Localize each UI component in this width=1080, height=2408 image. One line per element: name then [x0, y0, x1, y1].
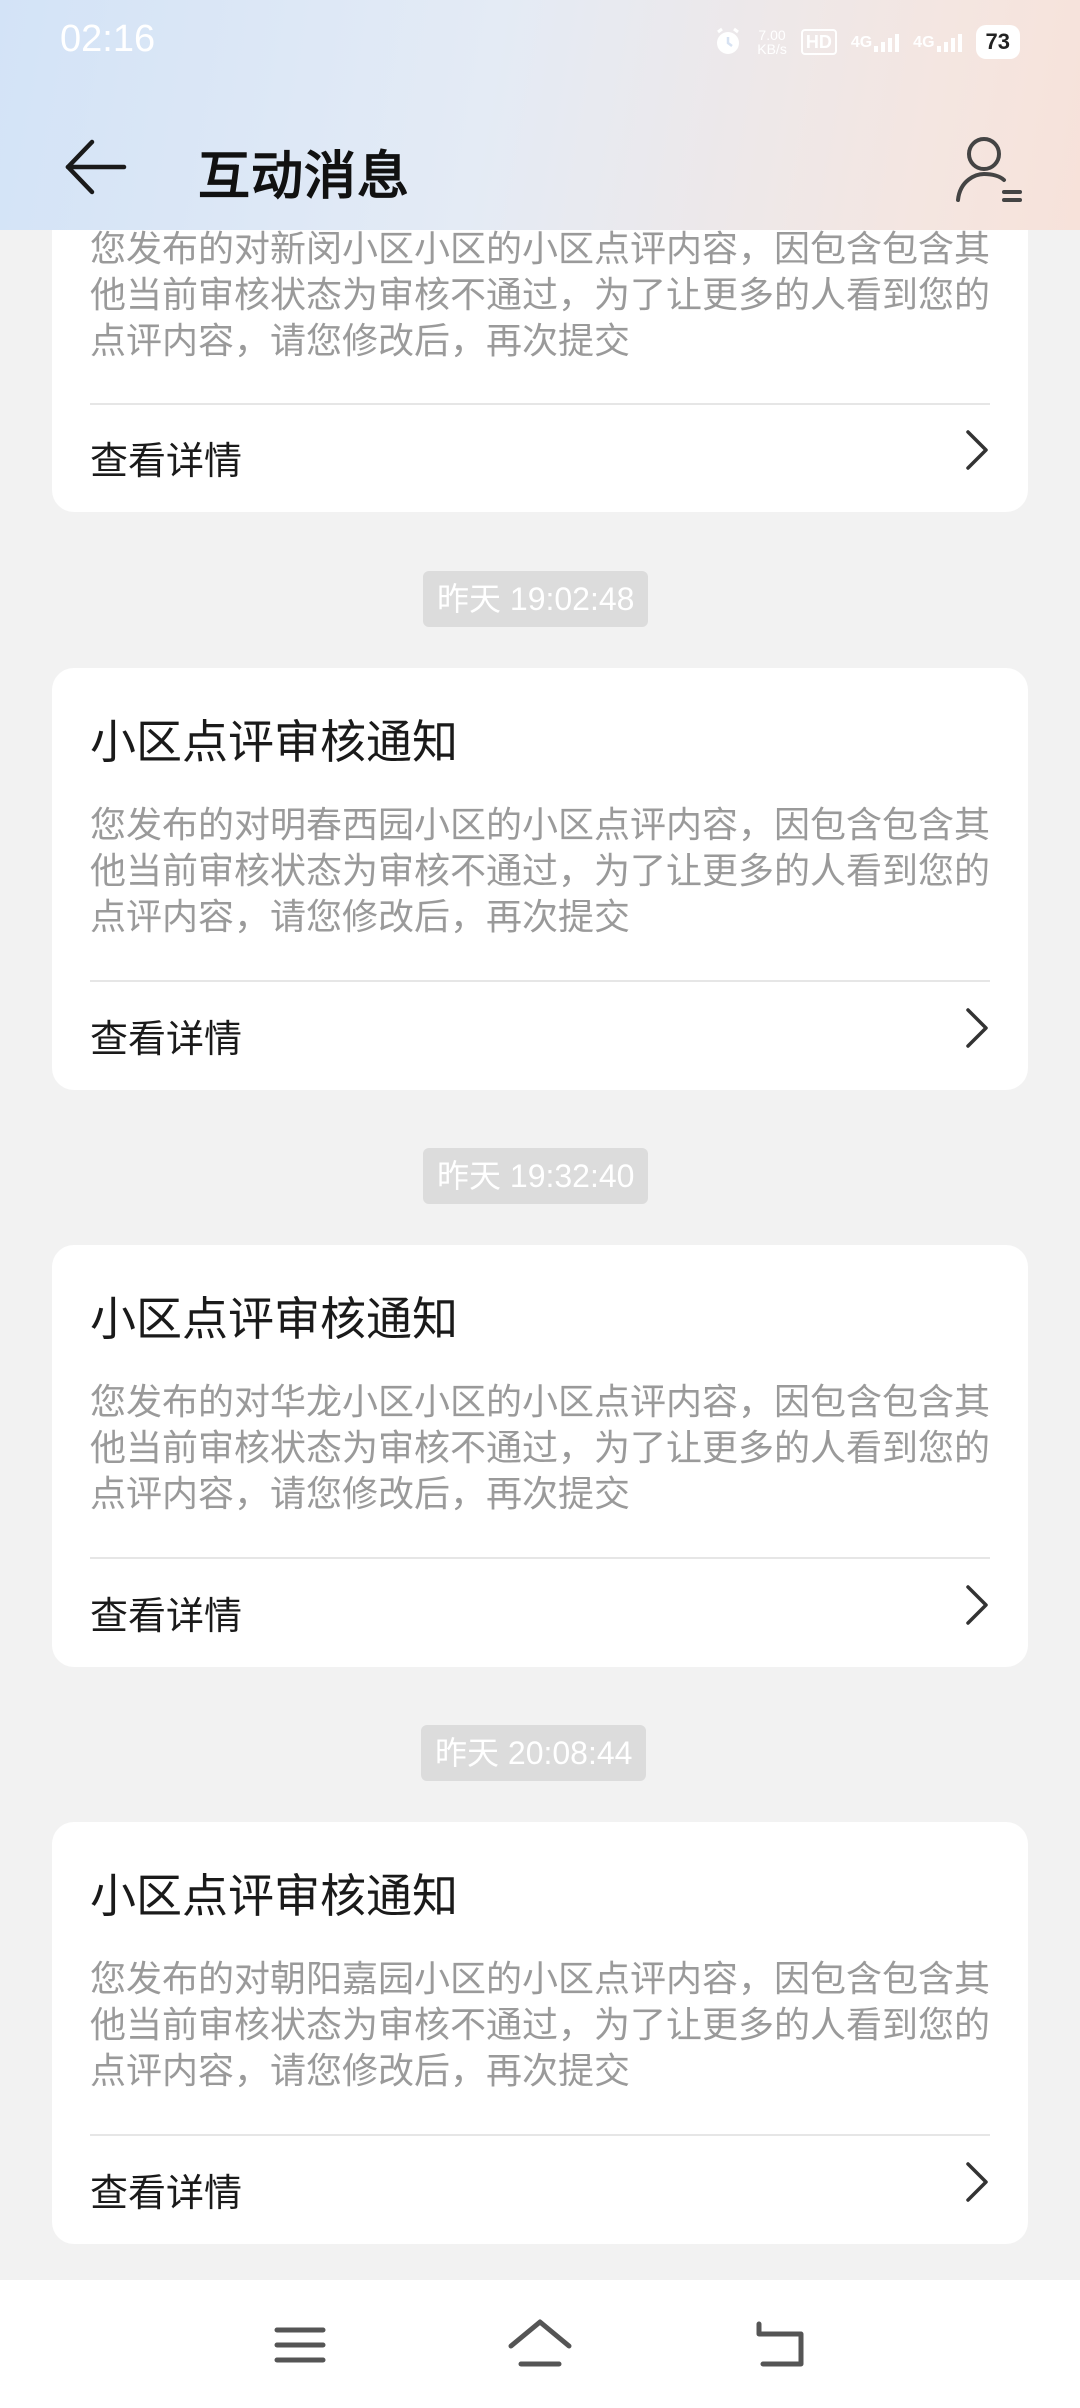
status-icons: 7.00 KB/s HD 4G 4G 73 — [713, 20, 1020, 64]
view-details-link[interactable]: 查看详情 — [90, 2162, 242, 2217]
title-bar: 互动消息 — [0, 112, 1080, 222]
view-details-link[interactable]: 查看详情 — [90, 1585, 242, 1640]
message-card: 小区点评审核通知 您发布的对明春西园小区的小区点评内容，因包含包含其他当前审核状… — [52, 668, 1028, 1090]
message-title: 小区点评审核通知 — [90, 1869, 458, 1923]
system-navigation-bar — [0, 2280, 1080, 2408]
message-card: 小区点评审核通知 您发布的对华龙小区小区的小区点评内容，因包含包含其他当前审核状… — [52, 1245, 1028, 1667]
message-list[interactable]: 您发布的对新闵小区小区的小区点评内容，因包含包含其他当前审核状态为审核不通过，为… — [0, 0, 1080, 2408]
chevron-right-icon[interactable] — [956, 2158, 996, 2206]
divider — [90, 1557, 990, 1559]
user-profile-icon[interactable] — [948, 128, 1028, 208]
hd-indicator: HD — [800, 29, 837, 55]
message-timestamp: 昨天 20:08:44 — [421, 1725, 647, 1781]
battery-indicator: 73 — [975, 25, 1020, 59]
chevron-right-icon[interactable] — [956, 1581, 996, 1629]
divider — [90, 980, 990, 982]
home-icon[interactable] — [505, 2310, 575, 2380]
view-details-link[interactable]: 查看详情 — [90, 430, 242, 485]
back-nav-icon[interactable] — [745, 2310, 815, 2380]
divider — [90, 403, 990, 405]
signal-strength-1: 4G — [851, 32, 900, 52]
signal-strength-2: 4G — [913, 32, 962, 52]
message-title: 小区点评审核通知 — [90, 715, 458, 769]
page-title: 互动消息 — [198, 147, 411, 207]
network-speed: 7.00 KB/s — [757, 27, 787, 57]
back-arrow-icon[interactable] — [62, 132, 132, 202]
message-title: 小区点评审核通知 — [90, 1292, 458, 1346]
signal-bars-icon — [936, 32, 962, 52]
message-body: 您发布的对新闵小区小区的小区点评内容，因包含包含其他当前审核状态为审核不通过，为… — [90, 229, 991, 362]
message-timestamp: 昨天 19:32:40 — [423, 1148, 649, 1204]
status-bar: 02:16 7.00 KB/s HD 4G 4G 73 — [0, 0, 1080, 80]
view-details-link[interactable]: 查看详情 — [90, 1008, 242, 1063]
signal-bars-icon — [874, 32, 900, 52]
message-body: 您发布的对明春西园小区的小区点评内容，因包含包含其他当前审核状态为审核不通过，为… — [90, 805, 991, 938]
message-card: 小区点评审核通知 您发布的对朝阳嘉园小区的小区点评内容，因包含包含其他当前审核状… — [52, 1822, 1028, 2244]
message-body: 您发布的对华龙小区小区的小区点评内容，因包含包含其他当前审核状态为审核不通过，为… — [90, 1382, 991, 1515]
divider — [90, 2134, 990, 2136]
menu-icon[interactable] — [265, 2310, 335, 2380]
chevron-right-icon[interactable] — [956, 1004, 996, 1052]
message-timestamp: 昨天 19:02:48 — [423, 571, 649, 627]
status-time: 02:16 — [60, 18, 156, 60]
alarm-icon — [717, 27, 740, 54]
message-body: 您发布的对朝阳嘉园小区的小区点评内容，因包含包含其他当前审核状态为审核不通过，为… — [90, 1959, 991, 2092]
chevron-right-icon[interactable] — [956, 426, 996, 474]
